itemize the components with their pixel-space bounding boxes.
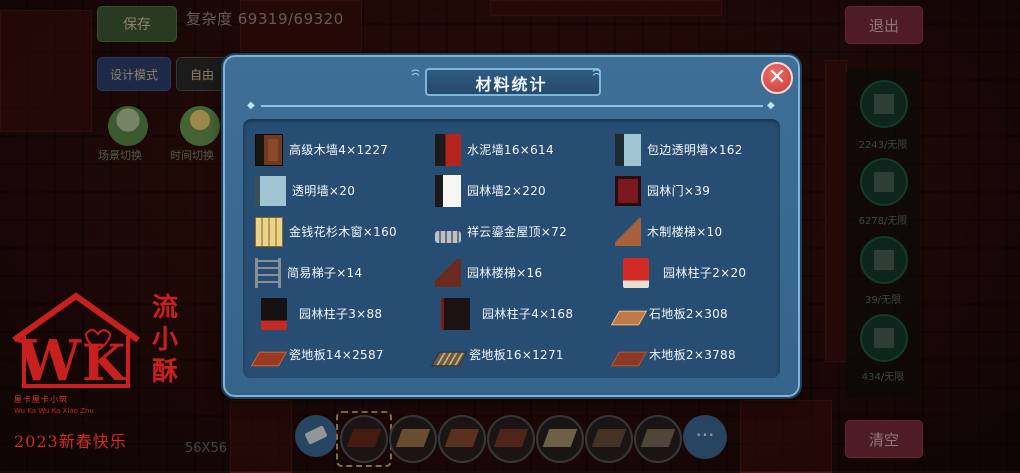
edged-glass-wall-icon	[615, 133, 641, 166]
material-label: 水泥墙16×614	[467, 143, 554, 157]
material-item: 瓷地板14×2587	[250, 334, 435, 375]
ladder-icon	[255, 257, 281, 288]
material-label: 园林柱子2×20	[663, 266, 747, 280]
wood-floor-icon	[610, 351, 648, 366]
material-label: 园林柱子3×88	[299, 307, 383, 321]
material-item: 包边透明墙×162	[615, 129, 771, 170]
material-label: 高级木墙4×1227	[289, 143, 389, 157]
material-stats-dialog: ꩰ 材料统计 ꩰ ✕ ◆ ◆ 高级木墙4×1227 水泥墙16×614 包边透明…	[223, 55, 800, 397]
glass-wall-icon	[255, 175, 286, 206]
wood-wall-icon	[255, 133, 283, 166]
material-item: 园林门×39	[615, 170, 771, 211]
material-label: 简易梯子×14	[287, 266, 363, 280]
material-label: 园林楼梯×16	[467, 266, 543, 280]
divider-ornament-icon: ◆	[247, 100, 255, 111]
dialog-title: 材料统计	[475, 75, 548, 94]
material-item: 简易梯子×14	[255, 252, 435, 293]
cloud-ornament-icon: ꩰ	[590, 68, 614, 92]
watermark-logo: W K	[12, 292, 140, 390]
svg-text:W: W	[17, 328, 82, 390]
title-divider: ◆ ◆	[247, 100, 777, 111]
wooden-stairs-icon	[615, 217, 641, 246]
watermark-subtitle-latin: Wu Ka Wu Ka Xiao Zhu	[14, 407, 94, 415]
material-label: 金钱花杉木窗×160	[289, 225, 397, 239]
dialog-title-bar: ꩰ 材料统计 ꩰ	[415, 66, 608, 96]
material-item: 园林墙2×220	[435, 170, 615, 211]
tile-floor-icon	[250, 351, 288, 366]
material-item: 水泥墙16×614	[435, 129, 615, 170]
tile-floor-icon	[430, 351, 468, 366]
material-item: 金钱花杉木窗×160	[255, 211, 435, 252]
material-item: 祥云鎏金屋顶×72	[435, 211, 615, 252]
cement-wall-icon	[435, 133, 461, 166]
close-button[interactable]: ✕	[761, 62, 793, 94]
material-label: 石地板2×308	[649, 307, 728, 321]
garden-door-icon	[615, 175, 641, 206]
material-label: 园林墙2×220	[467, 184, 546, 198]
material-item: 透明墙×20	[255, 170, 435, 211]
material-item: 园林柱子2×20	[615, 252, 771, 293]
material-label: 园林柱子4×168	[482, 307, 574, 321]
garden-pillar-icon	[441, 297, 470, 330]
material-list-panel: 高级木墙4×1227 水泥墙16×614 包边透明墙×162 透明墙×20 园林…	[243, 119, 780, 378]
material-label: 瓷地板16×1271	[469, 348, 564, 362]
material-item: 园林柱子3×88	[255, 293, 435, 334]
material-label: 透明墙×20	[292, 184, 356, 198]
stone-floor-icon	[610, 310, 648, 325]
garden-wall-icon	[435, 174, 461, 207]
window-icon	[255, 216, 283, 247]
material-item: 木地板2×3788	[610, 334, 771, 375]
garden-pillar-icon	[261, 297, 287, 330]
material-label: 园林门×39	[647, 184, 711, 198]
material-item: 石地板2×308	[610, 293, 771, 334]
material-label: 祥云鎏金屋顶×72	[467, 225, 568, 239]
divider-ornament-icon: ◆	[767, 100, 775, 111]
garden-pillar-icon	[623, 257, 649, 288]
watermark-subtitle: 屋卡屋卡小筑	[14, 395, 68, 404]
watermark-vertical-text: 流小酥	[152, 293, 179, 387]
material-item: 木制楼梯×10	[615, 211, 771, 252]
material-label: 包边透明墙×162	[647, 143, 743, 157]
material-grid: 高级木墙4×1227 水泥墙16×614 包边透明墙×162 透明墙×20 园林…	[250, 129, 771, 375]
garden-stairs-icon	[435, 258, 461, 287]
material-item: 瓷地板16×1271	[430, 334, 615, 375]
material-item: 园林楼梯×16	[435, 252, 615, 293]
material-item: 高级木墙4×1227	[255, 129, 435, 170]
material-label: 木制楼梯×10	[647, 225, 723, 239]
material-label: 瓷地板14×2587	[289, 348, 384, 362]
roof-icon	[435, 230, 461, 243]
material-item: 园林柱子4×168	[435, 293, 615, 334]
material-label: 木地板2×3788	[649, 348, 736, 362]
watermark-year-text: 2023新春快乐	[14, 432, 127, 451]
